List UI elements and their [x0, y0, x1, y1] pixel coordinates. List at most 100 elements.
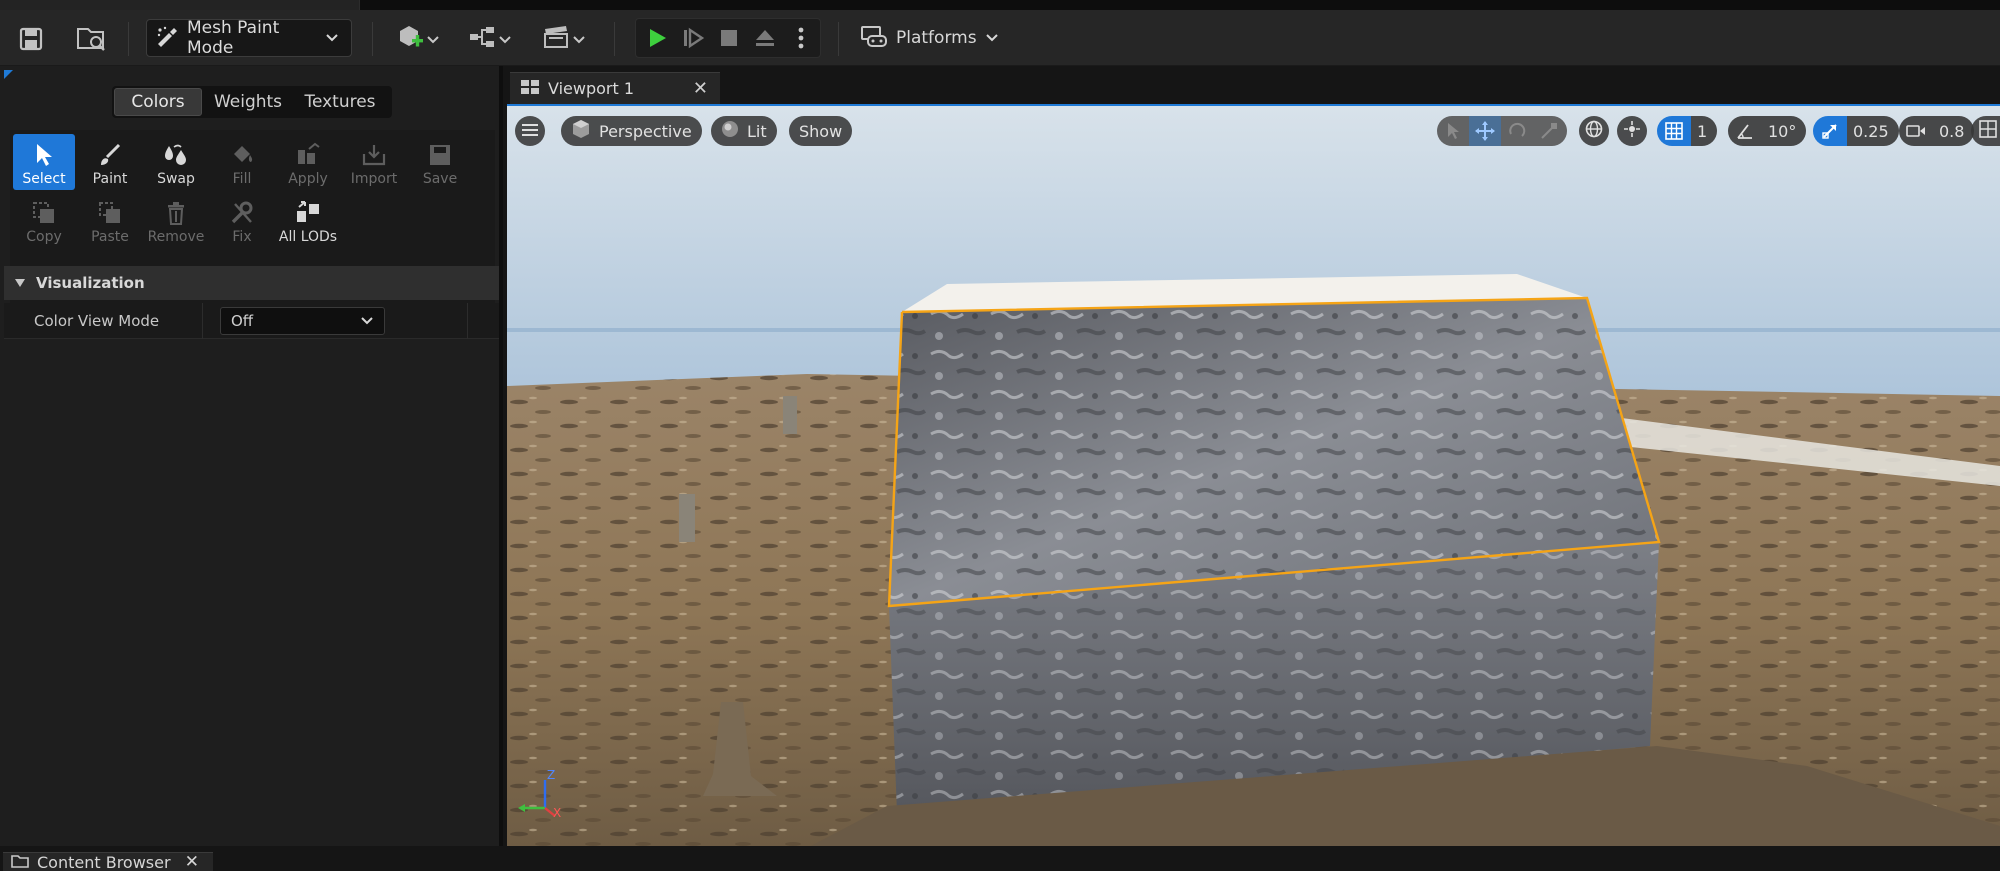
show-label: Show — [799, 121, 843, 141]
grid-snap-control[interactable]: 1 — [1657, 116, 1718, 146]
globe-icon — [1585, 120, 1603, 142]
section-title: Visualization — [36, 274, 145, 292]
eject-icon[interactable] — [750, 23, 780, 53]
play-icon[interactable] — [642, 23, 672, 53]
viewport-layout-button[interactable] — [1971, 116, 2000, 146]
axis-z-label: Z — [547, 768, 556, 782]
property-name: Color View Mode — [34, 312, 160, 330]
save-icon — [425, 141, 455, 169]
title-strip — [0, 0, 2000, 10]
transform-tools — [1437, 116, 1567, 146]
viewport[interactable]: Perspective Lit Show 1 10° 0.25 0.8 Z X — [507, 104, 2000, 846]
viewport-tab[interactable]: Viewport 1 ✕ — [510, 72, 720, 104]
chevron-down-icon — [985, 28, 999, 48]
wrench-icon — [227, 199, 257, 227]
lit-sphere-icon — [721, 120, 739, 142]
separator — [614, 22, 615, 56]
content-browser-label: Content Browser — [37, 852, 171, 871]
camera-icon — [1899, 116, 1933, 146]
trash-icon — [161, 199, 191, 227]
tool-label: Paint — [92, 171, 128, 187]
rotate-icon[interactable] — [1501, 116, 1533, 146]
main-toolbar: Mesh Paint Mode Platforms — [0, 10, 2000, 66]
cinematics-icon — [542, 24, 572, 54]
surface-snap-icon — [1623, 120, 1641, 142]
copy-tool-button[interactable]: Copy — [13, 192, 75, 248]
fill-bucket-icon — [227, 141, 257, 169]
paste-tool-button[interactable]: Paste — [79, 192, 141, 248]
paint-type-tabs: Colors Weights Textures — [112, 86, 392, 118]
viewport-tabbar: Viewport 1 ✕ — [507, 66, 2000, 104]
surface-snap-toggle[interactable] — [1617, 116, 1647, 146]
viewport-layout-icon — [520, 79, 540, 99]
close-icon[interactable]: ✕ — [185, 853, 199, 871]
tool-label: Fix — [232, 229, 252, 245]
hamburger-icon — [522, 122, 538, 141]
tab-textures[interactable]: Textures — [294, 88, 386, 116]
import-tool-button[interactable]: Import — [343, 134, 405, 190]
close-icon[interactable]: ✕ — [693, 78, 708, 99]
paint-mode-icon — [155, 25, 179, 52]
bottom-dock: Content Browser ✕ — [0, 846, 2000, 871]
rotation-snap-value: 10° — [1762, 116, 1807, 146]
all-lods-tool-button[interactable]: All LODs — [277, 192, 339, 248]
cinematics-button[interactable] — [538, 22, 590, 56]
remove-tool-button[interactable]: Remove — [145, 192, 207, 248]
step-icon[interactable] — [678, 23, 708, 53]
separator — [372, 22, 373, 56]
perspective-cube-icon — [571, 119, 591, 143]
viewport-menu-button[interactable] — [515, 116, 545, 146]
scale-icon[interactable] — [1533, 116, 1565, 146]
lods-icon — [293, 199, 323, 227]
paint-tool-button[interactable]: Paint — [79, 134, 141, 190]
mode-selector[interactable]: Mesh Paint Mode — [146, 18, 352, 58]
mesh-paint-panel: Colors Weights Textures Select Paint Swa… — [0, 66, 503, 846]
tool-label: Save — [422, 171, 458, 187]
content-browser-tab[interactable]: Content Browser ✕ — [3, 852, 213, 871]
view-type-button[interactable]: Perspective — [561, 116, 702, 146]
view-mode-button[interactable]: Lit — [711, 116, 777, 146]
level-tab[interactable] — [0, 0, 360, 10]
visualization-section-header[interactable]: Visualization — [4, 266, 499, 300]
save-icon[interactable] — [14, 22, 48, 56]
apply-icon — [293, 141, 323, 169]
swap-icon — [161, 141, 191, 169]
fill-tool-button[interactable]: Fill — [211, 134, 273, 190]
translate-icon[interactable] — [1469, 116, 1501, 146]
blueprint-button[interactable] — [464, 22, 516, 56]
tab-weights[interactable]: Weights — [202, 88, 294, 116]
apply-tool-button[interactable]: Apply — [277, 134, 339, 190]
scene-render — [507, 106, 2000, 846]
paste-icon — [95, 199, 125, 227]
camera-speed-value: 0.8 — [1933, 116, 1975, 146]
view-type-label: Perspective — [599, 121, 692, 141]
column-divider — [202, 303, 203, 339]
show-flags-button[interactable]: Show — [789, 116, 853, 146]
panel-focus-marker — [4, 70, 13, 79]
scale-snap-icon — [1813, 116, 1847, 146]
content-browse-icon[interactable] — [72, 22, 110, 56]
world-local-toggle[interactable] — [1579, 116, 1609, 146]
color-view-mode-dropdown[interactable]: Off — [220, 307, 385, 335]
tool-label: Remove — [147, 229, 205, 245]
tab-colors[interactable]: Colors — [114, 88, 202, 116]
play-controls — [635, 18, 821, 58]
camera-speed-control[interactable]: 0.8 — [1899, 116, 1975, 146]
swap-tool-button[interactable]: Swap — [145, 134, 207, 190]
more-icon[interactable] — [786, 23, 816, 53]
layout-grid-icon — [1979, 120, 1997, 142]
platforms-button[interactable]: Platforms — [860, 20, 999, 56]
select-tool-button[interactable]: Select — [13, 134, 75, 190]
stop-icon[interactable] — [714, 23, 744, 53]
add-actor-button[interactable] — [392, 22, 444, 56]
select-mode-icon[interactable] — [1437, 116, 1469, 146]
platforms-label: Platforms — [896, 28, 977, 48]
fix-tool-button[interactable]: Fix — [211, 192, 273, 248]
chevron-down-icon — [325, 28, 339, 48]
scale-snap-control[interactable]: 0.25 — [1813, 116, 1899, 146]
angle-snap-icon — [1728, 116, 1762, 146]
save-tool-button[interactable]: Save — [409, 134, 471, 190]
rotation-snap-control[interactable]: 10° — [1728, 116, 1807, 146]
column-divider — [467, 303, 468, 339]
mode-label: Mesh Paint Mode — [187, 18, 280, 58]
